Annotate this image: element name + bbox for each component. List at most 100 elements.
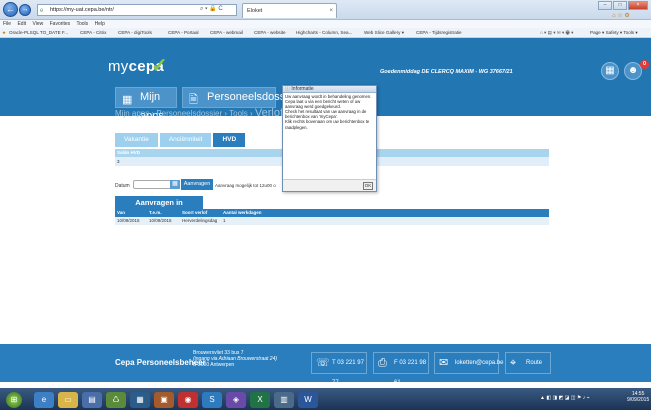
fav-item-4[interactable]: CEPA - Portaal — [168, 28, 199, 37]
maximize-button[interactable]: □ — [613, 1, 627, 10]
dialog-body: Uw aanvraag wordt in behandeling genomen… — [283, 93, 376, 131]
apps-grid-icon: ▦ — [605, 65, 615, 76]
app-taskbar-icon-1[interactable]: ▤ — [82, 392, 102, 408]
col-tem: T.e.m. — [149, 210, 162, 215]
cell-tem: 10/09/2015 — [149, 218, 172, 223]
greeting-text: Goedenmiddag DE CLERCQ MAXIM - WG 37667/… — [380, 69, 513, 75]
email-button[interactable]: ✉ loketten@cepa.be — [434, 352, 503, 374]
address-text: https://my-uat.cepa.be/ntr/ — [50, 7, 114, 13]
ie-page-icon: e — [40, 8, 44, 14]
app-taskbar-icon-6[interactable]: S — [202, 392, 222, 408]
dialog-titlebar: ⓘ Informatie — [283, 86, 376, 93]
fax-button[interactable]: ⎙ F 03 221 98 61 — [373, 352, 429, 386]
close-button[interactable]: × — [628, 1, 648, 10]
menu-help[interactable]: Help — [95, 21, 105, 27]
clock[interactable]: 14:55 9/09/2015 — [627, 391, 649, 403]
fav-item-2[interactable]: CEPA - Citrix — [80, 28, 106, 37]
menu-favorites[interactable]: Favorites — [50, 21, 71, 27]
dialog-line-2: Cepa laat u via een bericht weten of uw … — [285, 99, 361, 110]
dialog-footer: OK — [283, 179, 376, 191]
envelope-icon: ✉ — [439, 357, 449, 369]
home-star-gear-icons[interactable]: ⌂ ☆ ⚙ — [612, 12, 630, 19]
app-taskbar-icon-3[interactable]: ▦ — [130, 392, 150, 408]
tab-bar: Vakantie Anciënniteit HVD — [115, 133, 246, 147]
tab-ancienniteit[interactable]: Anciënniteit — [159, 133, 212, 147]
notification-badge: 0 — [640, 60, 649, 69]
back-button[interactable]: ← — [3, 2, 18, 17]
app-taskbar-icon-8[interactable]: ▥ — [274, 392, 294, 408]
section-title: Aanvragen in behandeling — [115, 196, 203, 220]
fav-item-3[interactable]: CEPA - digiTools — [118, 28, 152, 37]
deadline-hint: Aanvraag mogelijk tot 12u00 o — [215, 183, 276, 188]
col-soort: Soort verlof — [182, 210, 208, 215]
command-bar[interactable]: Page ▾ Safety ▾ Tools ▾ — [590, 28, 638, 37]
forward-arrow-icon: → — [21, 6, 29, 13]
app-taskbar-icon-2[interactable]: ♺ — [106, 392, 126, 408]
back-arrow-icon: ← — [6, 4, 15, 14]
command-icons[interactable]: ⌂ ▾ ▤ ▾ ✉ ▾ 🖶 ▾ — [540, 28, 573, 37]
system-tray[interactable]: ▲ ◧ ◨ ◩ ◪ ◫ ⚑ ♪ ⌁ — [540, 395, 590, 401]
address-tools[interactable]: ⌕ ▾ 🔒 C — [200, 5, 223, 13]
start-button[interactable]: ⊞ — [6, 392, 22, 408]
col-aantal: Aantal werkdagen — [223, 210, 262, 215]
cell-aantal: 1 — [223, 218, 226, 223]
word-taskbar-icon[interactable]: W — [298, 392, 318, 408]
tab-title: Eloket — [247, 8, 263, 14]
fav-item-9[interactable]: CEPA - Tijdsregistratie — [416, 28, 462, 37]
tab-vakantie[interactable]: Vakantie — [115, 133, 158, 147]
address-line-3: B-2000 Antwerpen — [193, 362, 235, 368]
mijn-apps-button[interactable]: ▦ Mijn apps — [115, 87, 177, 122]
breadcrumb-path[interactable]: Mijn apps › Personeelsdossier › Tools › — [115, 109, 255, 118]
menu-file[interactable]: File — [3, 21, 11, 27]
tab-hvd[interactable]: HVD — [213, 133, 246, 147]
favorites-bar: ★ Oracle-PLSQL TO_DATE F... CEPA - Citri… — [0, 28, 651, 38]
menu-tools[interactable]: Tools — [76, 21, 88, 27]
check-icon: ✓ — [151, 55, 168, 77]
favorites-star-icon[interactable]: ★ — [2, 28, 6, 37]
user-icon: ☻ — [627, 65, 639, 76]
menu-edit[interactable]: Edit — [17, 21, 26, 27]
printer-icon: ⎙ — [378, 357, 387, 369]
tab-close-icon[interactable]: × — [329, 4, 333, 18]
ie-taskbar-icon[interactable]: e — [34, 392, 54, 408]
calendar-button[interactable]: ▦ — [170, 180, 180, 189]
folder-taskbar-icon[interactable]: ▭ — [58, 392, 78, 408]
table-row[interactable]: 10/09/2015 10/09/2015 Herverdelingsdag 1 — [115, 217, 549, 225]
fav-item-7[interactable]: Highcharts - Column, Sea... — [296, 28, 352, 37]
dialog-line-3: Check het resultaat van uw aanvraag in d… — [285, 109, 367, 120]
fav-item-1[interactable]: Oracle-PLSQL TO_DATE F... — [9, 28, 68, 37]
cell-soort: Herverdelingsdag — [182, 218, 218, 223]
col-van: Van — [117, 210, 126, 215]
phone-label: T 03 221 97 77 — [332, 360, 364, 386]
excel-taskbar-icon[interactable]: X — [250, 392, 270, 408]
table-header: Van T.e.m. Soort verlof Aantal werkdagen — [115, 209, 549, 217]
dialog-title: Informatie — [291, 86, 314, 92]
apps-grid-button[interactable]: ▦ — [601, 62, 619, 80]
route-label: Route — [526, 360, 543, 366]
personeelsdossier-button[interactable]: 🗎 Personeelsdossier — [182, 87, 298, 108]
route-button[interactable]: ⌖ Route — [505, 352, 551, 374]
window-controls: – □ × — [598, 1, 648, 10]
app-taskbar-icon-4[interactable]: ▣ — [154, 392, 174, 408]
footer-address: Brouwersvliet 33 bus 7 (ingang via Adria… — [193, 350, 277, 368]
datum-label: Datum — [115, 183, 130, 189]
aanvragen-button[interactable]: Aanvragen — [181, 179, 213, 190]
fav-item-6[interactable]: CEPA - website — [254, 28, 286, 37]
logo-my: my — [108, 58, 129, 75]
app-taskbar-icon-7[interactable]: ◈ — [226, 392, 246, 408]
forward-button[interactable]: → — [19, 4, 31, 16]
browser-tab[interactable]: Eloket × — [242, 3, 337, 18]
minimize-button[interactable]: – — [598, 1, 612, 10]
calendar-icon: ▦ — [172, 181, 178, 187]
app-taskbar-icon-5[interactable]: ◉ — [178, 392, 198, 408]
breadcrumb: Mijn apps › Personeelsdossier › Tools › … — [115, 107, 304, 119]
ok-button[interactable]: OK — [363, 182, 373, 190]
menu-view[interactable]: View — [32, 21, 43, 27]
phone-button[interactable]: ☏ T 03 221 97 77 — [311, 352, 367, 386]
fav-item-5[interactable]: CEPA - webmail — [210, 28, 243, 37]
dialog-line-4: Klik rechts bovenaan om uw berichtenbox … — [285, 119, 370, 130]
clock-date: 9/09/2015 — [627, 397, 650, 403]
info-icon: ⓘ — [285, 86, 291, 92]
fav-item-8[interactable]: Web Slice Gallery ▾ — [364, 28, 404, 37]
datum-input[interactable] — [133, 180, 173, 189]
